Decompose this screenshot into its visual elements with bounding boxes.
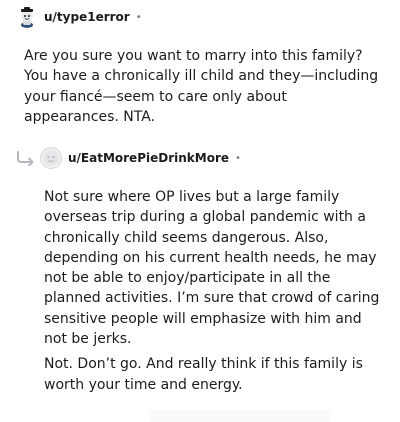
reply-arrow-icon (16, 150, 38, 167)
comment-paragraph: Are you sure you want to marry into this… (24, 48, 379, 125)
comment-paragraph: Not. Don’t go. And really think if this … (44, 356, 363, 393)
comment-header: u/EatMorePieDrinkMore • (16, 145, 241, 171)
comment-body: Not sure where OP lives but a large fami… (44, 187, 384, 395)
comment-body: Are you sure you want to marry into this… (24, 46, 384, 127)
separator-dot: • (135, 11, 142, 23)
comment-header: u/type1error • (16, 4, 142, 30)
snoo-avatar-icon[interactable] (16, 6, 38, 28)
comment-paragraph: Not sure where OP lives but a large fami… (44, 189, 380, 348)
comment-author[interactable]: u/type1error (44, 10, 130, 24)
bottom-fade (150, 410, 330, 422)
comment-author[interactable]: u/EatMorePieDrinkMore (68, 151, 229, 165)
default-avatar-icon[interactable] (40, 147, 62, 169)
comment-thread: u/type1error • Are you sure you want to … (0, 0, 400, 422)
separator-dot: • (235, 152, 241, 164)
